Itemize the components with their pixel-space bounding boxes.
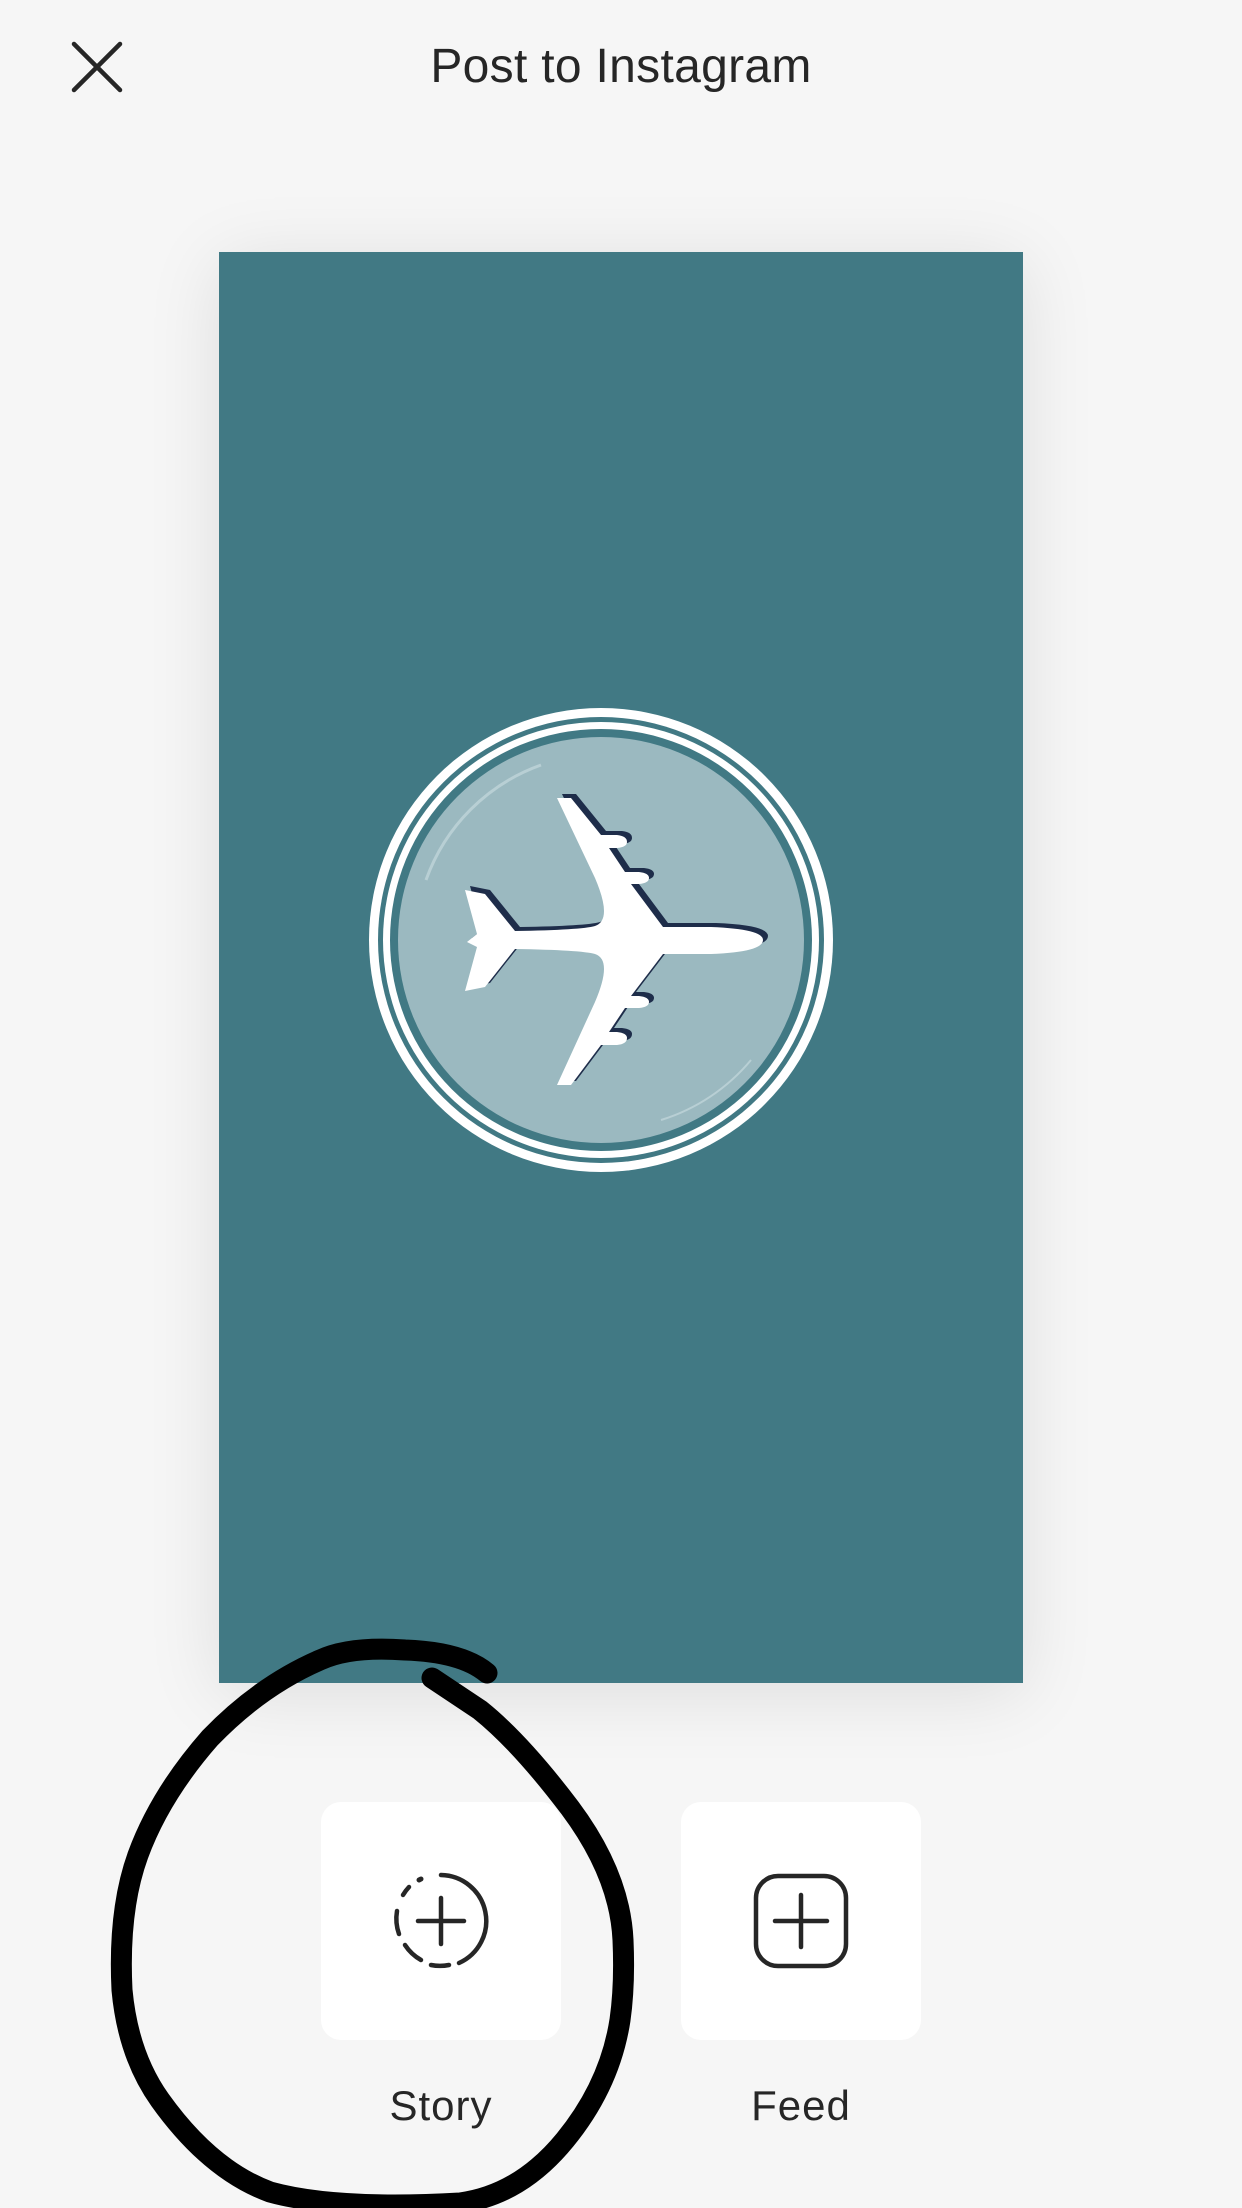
travel-emblem (369, 708, 833, 1172)
feed-label: Feed (751, 2082, 851, 2129)
page-title: Post to Instagram (430, 40, 812, 93)
story-preview-image (219, 252, 1023, 1683)
story-add-icon (394, 1872, 489, 1969)
header: Post to Instagram (0, 0, 1242, 136)
story-button[interactable] (321, 1802, 561, 2040)
feed-button[interactable] (681, 1802, 921, 2040)
feed-add-icon (753, 1873, 849, 1969)
story-label: Story (389, 2082, 493, 2129)
